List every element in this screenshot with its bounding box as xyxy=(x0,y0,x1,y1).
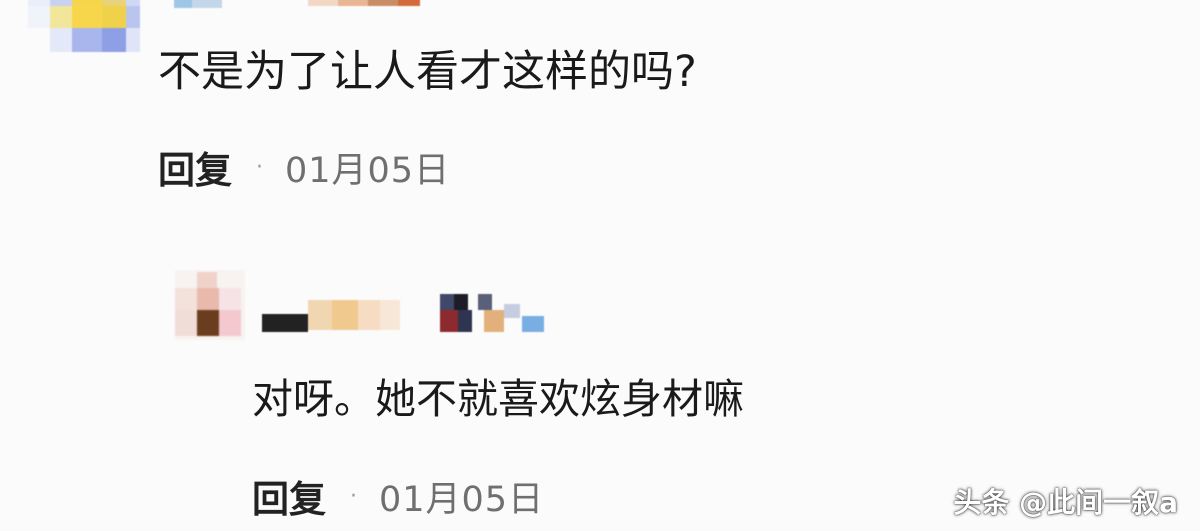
meta-separator: · xyxy=(350,483,357,509)
comment-thread: 不是为了让人看才这样的吗? 回复 · 01月05日 对呀。她不就喜欢炫身材嘛 回… xyxy=(0,0,1200,531)
user-avatar-pixelated[interactable] xyxy=(28,0,140,52)
reply-date: 01月05日 xyxy=(379,479,545,520)
reply-text: 对呀。她不就喜欢炫身材嘛 xyxy=(252,375,744,423)
reply-meta: 回复 · 01月05日 xyxy=(252,470,544,522)
comment-meta: 回复 · 01月05日 xyxy=(158,141,450,193)
comment-date: 01月05日 xyxy=(285,150,451,191)
reply-user-avatar-pixelated[interactable] xyxy=(175,270,245,340)
reply-button[interactable]: 回复 xyxy=(252,469,326,523)
meta-separator: · xyxy=(256,154,263,180)
comment-text: 不是为了让人看才这样的吗? xyxy=(158,47,697,97)
reply-username-pixelated xyxy=(262,294,544,332)
reply-button[interactable]: 回复 xyxy=(158,140,232,194)
watermark: 头条 @此间一叙a xyxy=(953,486,1178,519)
username-pixelated xyxy=(174,0,420,8)
